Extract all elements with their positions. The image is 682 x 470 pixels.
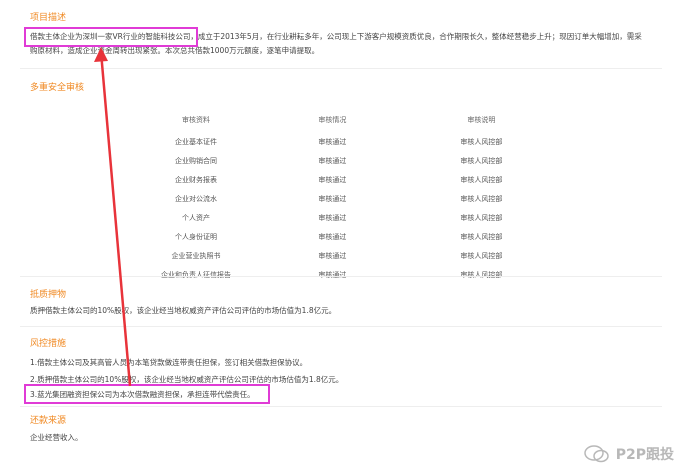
project-detail-page: 项目描述 借款主体企业为深圳一家VR行业的智能科技公司，成立于2013年5月，在… xyxy=(0,0,682,470)
arrow-shaft xyxy=(99,51,132,387)
wechat-icon xyxy=(583,445,609,463)
watermark-text: P2P跟投 xyxy=(615,447,674,463)
watermark: P2P跟投 xyxy=(583,444,674,464)
arrow-head xyxy=(94,47,108,62)
red-arrow-annotation xyxy=(94,47,132,387)
